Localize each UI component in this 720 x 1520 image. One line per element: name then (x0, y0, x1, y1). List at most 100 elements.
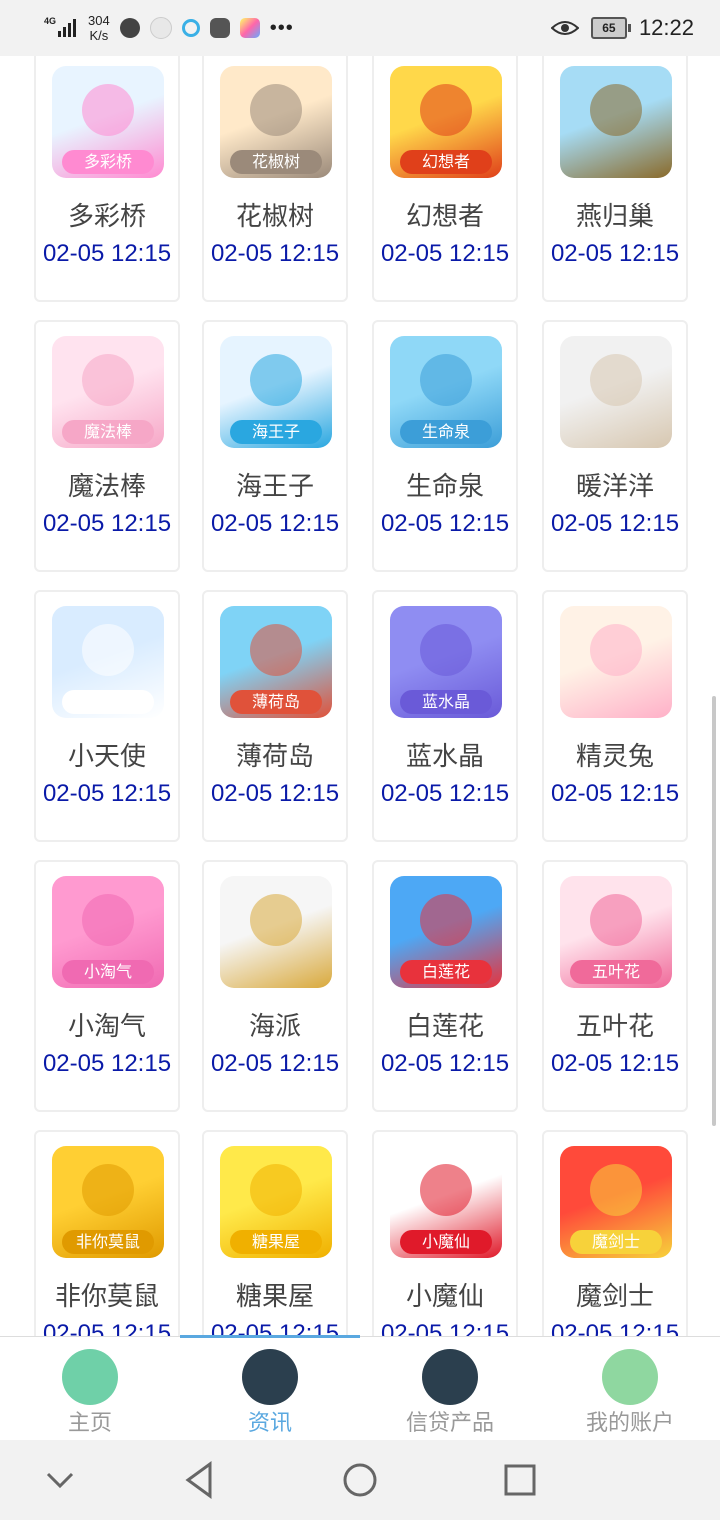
app-icon[interactable]: 小淘气 (52, 876, 164, 988)
app-icon[interactable]: 花椒树 (220, 66, 332, 178)
app-time: 02-05 12:15 (210, 780, 340, 807)
app-icon[interactable] (560, 66, 672, 178)
app-icon-badge: 小淘气 (62, 960, 154, 984)
app-icon[interactable]: 小天使 (52, 606, 164, 718)
more-dots-icon: ••• (269, 16, 294, 39)
app-time: 02-05 12:15 (550, 780, 680, 807)
app-icon[interactable]: 非你莫鼠 (52, 1146, 164, 1258)
app-name: 暖洋洋 (575, 472, 654, 502)
tab-account[interactable]: 我的账户 (540, 1337, 720, 1441)
app-icon-art (590, 354, 642, 406)
app-icon[interactable] (220, 876, 332, 988)
system-nav-bar (0, 1440, 720, 1520)
user-avatar-icon (602, 1349, 658, 1405)
app-list-scroll[interactable]: 多彩桥 多彩桥 02-05 12:15 花椒树 花椒树 02-05 12:15 幻想者 幻想者… (0, 56, 720, 1336)
app-icon[interactable] (560, 606, 672, 718)
app-time: 02-05 12:15 (210, 240, 340, 267)
tab-label: 资讯 (247, 1411, 292, 1436)
tab-home[interactable]: 主页 (0, 1337, 180, 1441)
app-icon-badge: 幻想者 (400, 150, 492, 174)
app-icon-art (250, 1164, 302, 1216)
app-card[interactable]: 幻想者 幻想者 02-05 12:15 (372, 56, 518, 302)
app-time: 02-05 12:15 (42, 510, 172, 537)
app-icon[interactable] (560, 336, 672, 448)
app-name: 海王子 (235, 472, 314, 502)
app-card[interactable]: 小天使 小天使 02-05 12:15 (34, 590, 180, 842)
speed-value: 304 (88, 13, 110, 28)
app-icon[interactable]: 小魔仙 (390, 1146, 502, 1258)
app-icon[interactable]: 魔法棒 (52, 336, 164, 448)
app-icon-badge: 非你莫鼠 (62, 1230, 154, 1254)
app-icon[interactable]: 海王子 (220, 336, 332, 448)
app-icon[interactable]: 生命泉 (390, 336, 502, 448)
app-icon-art (82, 354, 134, 406)
app-icon-art (250, 84, 302, 136)
app-icon-badge: 魔法棒 (62, 420, 154, 444)
back-icon[interactable] (178, 1458, 222, 1502)
app-name: 白莲花 (405, 1012, 484, 1042)
app-icon[interactable]: 魔剑士 (560, 1146, 672, 1258)
app-time: 02-05 12:15 (42, 1320, 172, 1336)
app-card[interactable]: 魔剑士 魔剑士 02-05 12:15 (542, 1130, 688, 1336)
app-card[interactable]: 暖洋洋 02-05 12:15 (542, 320, 688, 572)
app-name: 花椒树 (235, 202, 314, 232)
app-card[interactable]: 海派 02-05 12:15 (202, 860, 348, 1112)
status-left: 4G 304 K/s ••• (44, 10, 294, 46)
app-card[interactable]: 糖果屋 糖果屋 02-05 12:15 (202, 1130, 348, 1336)
app-time: 02-05 12:15 (210, 510, 340, 537)
app-card[interactable]: 精灵兔 02-05 12:15 (542, 590, 688, 842)
app-icon-art (590, 84, 642, 136)
tab-label: 主页 (67, 1411, 112, 1436)
recent-apps-icon[interactable] (498, 1458, 542, 1502)
app-card[interactable]: 五叶花 五叶花 02-05 12:15 (542, 860, 688, 1112)
battery-icon: 65 (590, 17, 631, 39)
app-card[interactable]: 魔法棒 魔法棒 02-05 12:15 (34, 320, 180, 572)
clock: 12:22 (638, 15, 694, 40)
tab-loans[interactable]: 信贷产品 (360, 1337, 540, 1441)
app-icon[interactable]: 蓝水晶 (390, 606, 502, 718)
speed-unit: K/s (89, 28, 109, 43)
app-icon-art (420, 894, 472, 946)
app-name: 小淘气 (67, 1012, 146, 1042)
app-card[interactable]: 非你莫鼠 非你莫鼠 02-05 12:15 (34, 1130, 180, 1336)
app-time: 02-05 12:15 (380, 510, 510, 537)
collapse-down-icon[interactable] (38, 1458, 82, 1502)
app-icon-badge: 五叶花 (570, 960, 662, 984)
app-icon-art (420, 1164, 472, 1216)
app-card[interactable]: 薄荷岛 薄荷岛 02-05 12:15 (202, 590, 348, 842)
app-icon-art (420, 354, 472, 406)
app-icon[interactable]: 多彩桥 (52, 66, 164, 178)
app-card[interactable]: 燕归巢 02-05 12:15 (542, 56, 688, 302)
app-name: 小魔仙 (405, 1282, 484, 1312)
app-card[interactable]: 生命泉 生命泉 02-05 12:15 (372, 320, 518, 572)
status-bar: 4G 304 K/s ••• 65 12:22 (0, 0, 720, 56)
app-name: 糖果屋 (235, 1282, 314, 1312)
app-icon[interactable]: 幻想者 (390, 66, 502, 178)
app-card[interactable]: 小淘气 小淘气 02-05 12:15 (34, 860, 180, 1112)
home-nav-icon[interactable] (338, 1458, 382, 1502)
tab-label: 我的账户 (585, 1411, 674, 1436)
app-time: 02-05 12:15 (550, 510, 680, 537)
app-card[interactable]: 海王子 海王子 02-05 12:15 (202, 320, 348, 572)
app-icon-badge: 薄荷岛 (230, 690, 322, 714)
app-icon-art (420, 624, 472, 676)
app-icon[interactable]: 白莲花 (390, 876, 502, 988)
app-icon[interactable]: 糖果屋 (220, 1146, 332, 1258)
app-card[interactable]: 多彩桥 多彩桥 02-05 12:15 (34, 56, 180, 302)
tab-news[interactable]: 资讯 (180, 1335, 360, 1441)
app-icon[interactable]: 薄荷岛 (220, 606, 332, 718)
app-time: 02-05 12:15 (380, 780, 510, 807)
app-time: 02-05 12:15 (550, 240, 680, 267)
app-card[interactable]: 花椒树 花椒树 02-05 12:15 (202, 56, 348, 302)
app-icon-badge: 小魔仙 (400, 1230, 492, 1254)
scrollbar[interactable] (712, 696, 716, 1126)
wechat-icon (209, 18, 230, 38)
app-card[interactable]: 小魔仙 小魔仙 02-05 12:15 (372, 1130, 518, 1336)
app-icon-badge: 魔剑士 (570, 1230, 662, 1254)
app-time: 02-05 12:15 (42, 240, 172, 267)
app-card[interactable]: 白莲花 白莲花 02-05 12:15 (372, 860, 518, 1112)
app-time: 02-05 12:15 (380, 240, 510, 267)
app-card[interactable]: 蓝水晶 蓝水晶 02-05 12:15 (372, 590, 518, 842)
app-icon-badge: 糖果屋 (230, 1230, 322, 1254)
app-icon[interactable]: 五叶花 (560, 876, 672, 988)
